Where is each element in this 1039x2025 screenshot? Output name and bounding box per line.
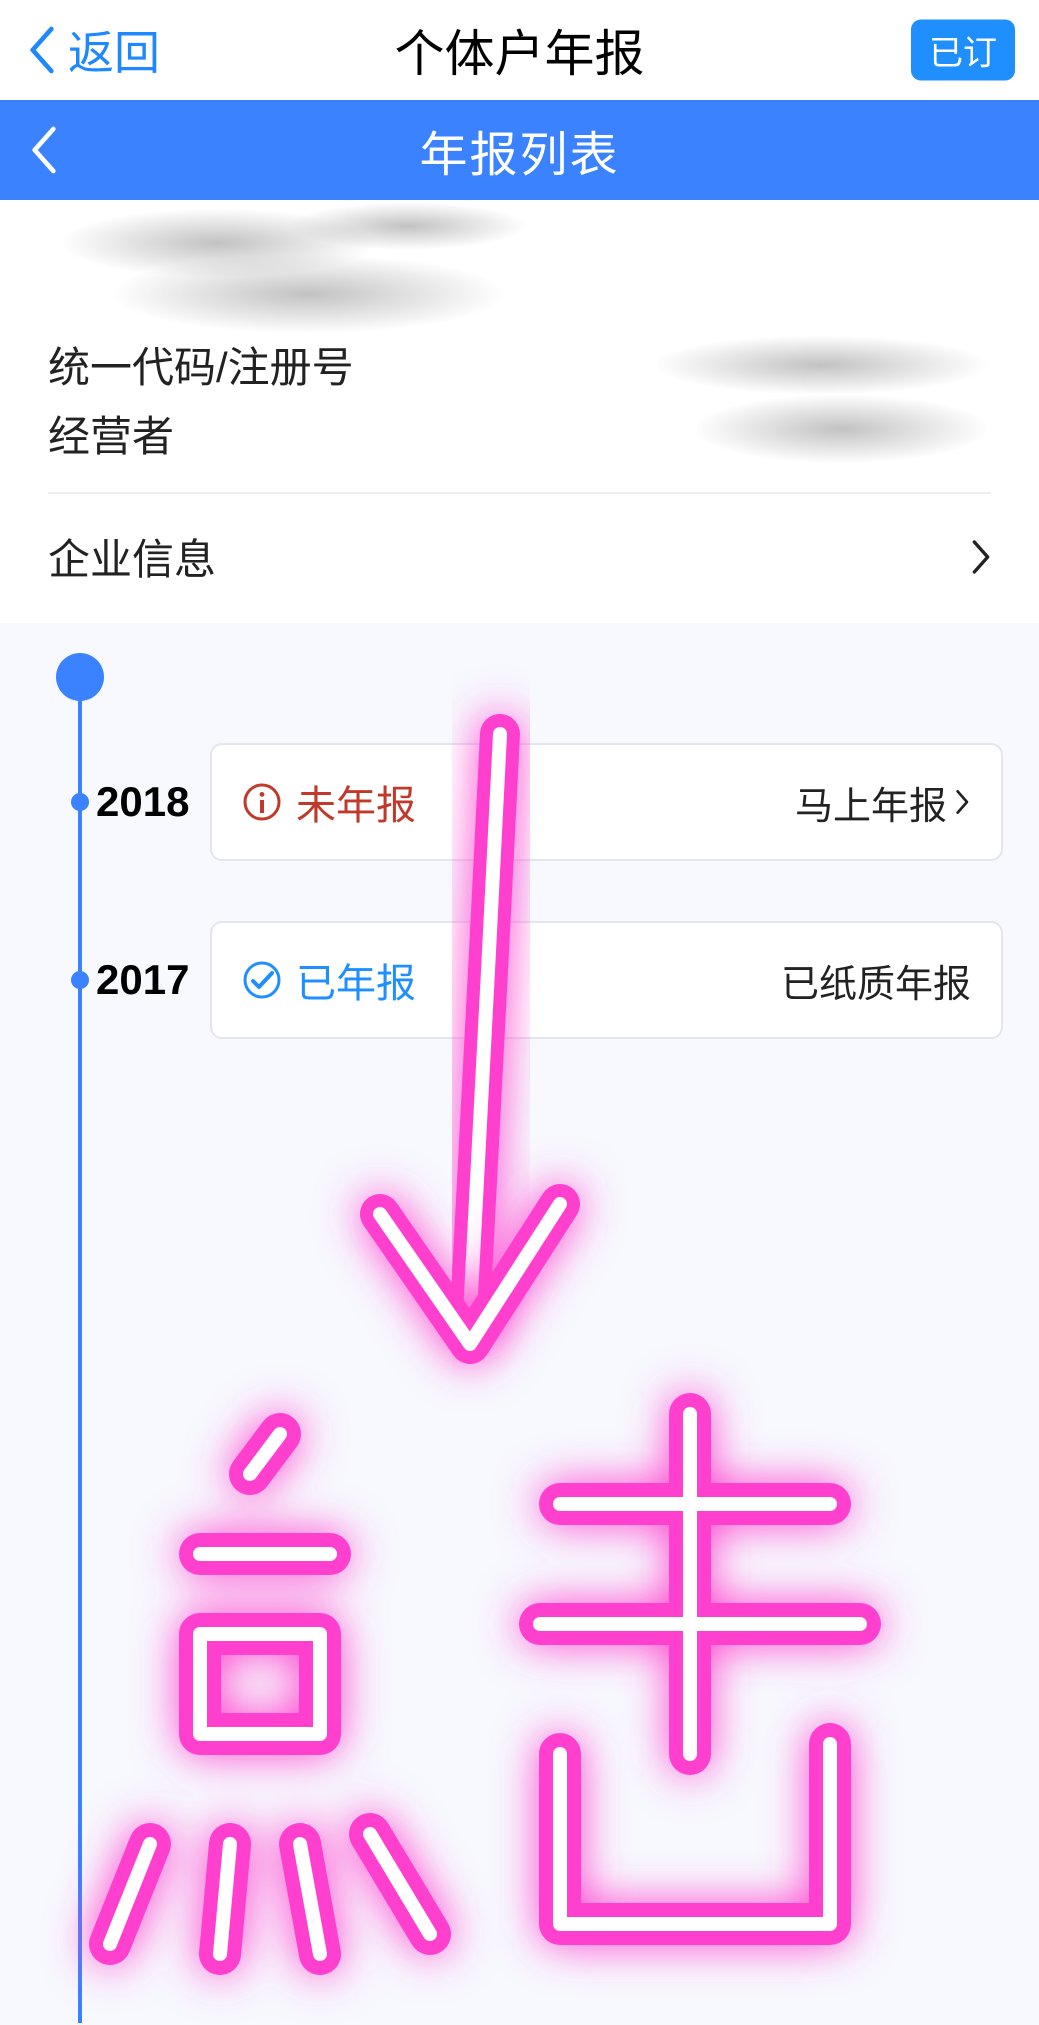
redacted-code-value [651,335,991,395]
sub-header-title: 年报列表 [419,115,619,185]
back-button[interactable]: 返回 [28,0,160,100]
report-now-action[interactable]: 马上年报 [795,775,971,830]
operator-label: 经营者 [48,403,174,464]
timeline-start-dot [56,653,104,701]
status-reported: 已年报 [242,951,416,1009]
timeline-dot [71,793,89,811]
timeline-line [78,663,82,2023]
top-nav: 返回 个体户年报 已订 [0,0,1039,100]
redacted-name [48,214,991,334]
company-info-label: 企业信息 [48,526,216,587]
info-row-operator: 经营者 [48,403,991,464]
company-info-link[interactable]: 企业信息 [48,494,991,623]
subscribe-badge[interactable]: 已订 [911,20,1015,81]
status-not-reported: 未年报 [242,773,416,831]
info-row-code: 统一代码/注册号 [48,334,991,395]
redacted-operator-value [651,404,991,464]
chevron-right-icon [971,539,991,575]
year-row-2018: 2018 未年报 马上年报 [0,743,1039,861]
info-card: 统一代码/注册号 经营者 企业信息 [0,200,1039,623]
check-circle-icon [242,960,282,1000]
page-title: 个体户年报 [395,14,645,86]
back-label: 返回 [68,17,160,83]
chevron-right-icon [955,788,971,816]
status-text: 未年报 [296,773,416,831]
code-label: 统一代码/注册号 [48,334,354,395]
year-card-2017[interactable]: 已年报 已纸质年报 [210,921,1003,1039]
chevron-left-icon [28,26,56,74]
sub-header: 年报列表 [0,100,1039,200]
year-row-2017: 2017 已年报 已纸质年报 [0,921,1039,1039]
year-timeline: 2018 未年报 马上年报 2017 [0,623,1039,2025]
info-circle-icon [242,782,282,822]
year-card-2018[interactable]: 未年报 马上年报 [210,743,1003,861]
action-label: 已纸质年报 [781,953,971,1008]
year-label: 2018 [0,778,210,826]
reported-paper-label: 已纸质年报 [781,953,971,1008]
action-label: 马上年报 [795,775,947,830]
timeline-dot [71,971,89,989]
status-text: 已年报 [296,951,416,1009]
year-label: 2017 [0,956,210,1004]
